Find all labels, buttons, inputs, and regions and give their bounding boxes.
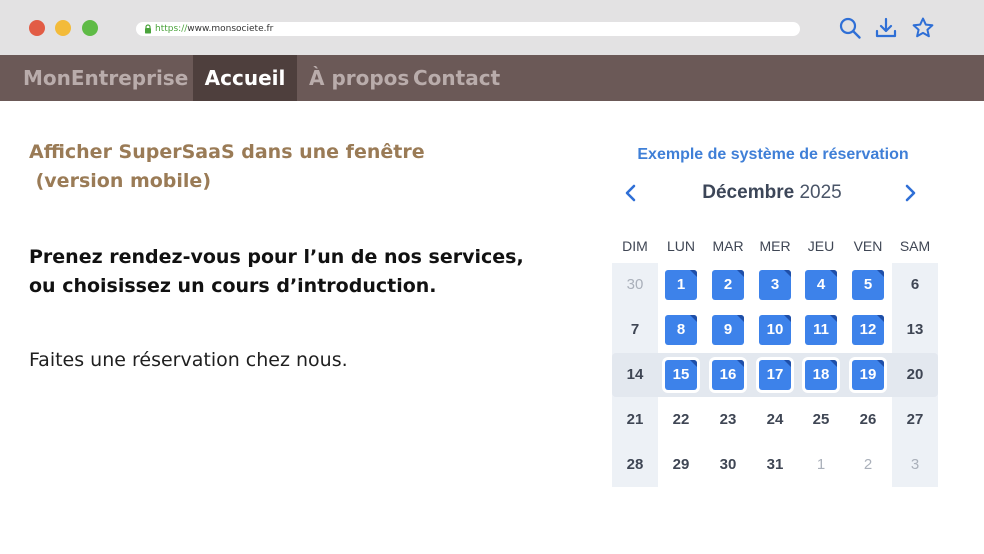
calendar-day: 25 bbox=[812, 411, 830, 428]
calendar-title: Exemple de système de réservation bbox=[637, 146, 909, 163]
weekday-label: MER bbox=[759, 238, 791, 254]
calendar-day: 21 bbox=[626, 411, 644, 428]
calendar-day: 31 bbox=[766, 456, 784, 473]
next-month-button[interactable] bbox=[898, 181, 922, 205]
calendar-day: 6 bbox=[910, 276, 920, 293]
chevron-left-icon bbox=[625, 184, 636, 202]
nav-item-accueil[interactable]: Accueil bbox=[193, 55, 297, 101]
available-day[interactable]: 1 bbox=[665, 270, 697, 300]
calendar-day: 13 bbox=[906, 321, 924, 338]
calendar-day: 14 bbox=[626, 366, 644, 383]
intro-paragraph: Faites une réservation chez nous. bbox=[29, 349, 348, 371]
calendar-day: 24 bbox=[766, 411, 784, 428]
available-day[interactable]: 15 bbox=[665, 360, 697, 390]
calendar-day: 30 bbox=[719, 456, 737, 473]
prev-month-button[interactable] bbox=[619, 181, 643, 205]
search-icon[interactable] bbox=[838, 16, 862, 40]
download-icon[interactable] bbox=[874, 16, 898, 40]
month-year: 2025 bbox=[799, 182, 842, 203]
url-protocol: https:// bbox=[155, 24, 188, 34]
url-text: https://www.monsociete.fr bbox=[155, 22, 273, 36]
available-day[interactable]: 8 bbox=[665, 315, 697, 345]
available-day[interactable]: 18 bbox=[805, 360, 837, 390]
calendar-day: 28 bbox=[626, 456, 644, 473]
other-month-day: 2 bbox=[863, 456, 873, 473]
page-title: Afficher SuperSaaS dans une fenêtre (ver… bbox=[29, 141, 425, 192]
weekday-label: DIM bbox=[622, 238, 648, 254]
chevron-right-icon bbox=[905, 184, 916, 202]
available-day[interactable]: 19 bbox=[852, 360, 884, 390]
available-day[interactable]: 16 bbox=[712, 360, 744, 390]
weekday-label: MAR bbox=[712, 238, 744, 254]
other-month-day: 3 bbox=[910, 456, 920, 473]
available-day[interactable]: 5 bbox=[852, 270, 884, 300]
nav-item-a-propos[interactable]: À propos bbox=[309, 55, 409, 101]
weekday-label: VEN bbox=[853, 238, 883, 254]
calendar-day: 23 bbox=[719, 411, 737, 428]
available-day[interactable]: 3 bbox=[759, 270, 791, 300]
lead-text: Prenez rendez-vous pour l’un de nos serv… bbox=[29, 246, 524, 297]
brand-link[interactable]: MonEntreprise bbox=[23, 55, 188, 101]
weekday-label: SAM bbox=[899, 238, 931, 254]
other-month-day: 1 bbox=[816, 456, 826, 473]
calendar-day: 7 bbox=[630, 321, 640, 338]
available-day[interactable]: 4 bbox=[805, 270, 837, 300]
weekday-label: LUN bbox=[666, 238, 695, 254]
window-close-button[interactable] bbox=[29, 20, 45, 36]
calendar-day: 22 bbox=[672, 411, 690, 428]
browser-toolbar: https://www.monsociete.fr bbox=[0, 0, 984, 55]
weekday-label: JEU bbox=[807, 238, 835, 254]
available-day[interactable]: 9 bbox=[712, 315, 744, 345]
available-day[interactable]: 12 bbox=[852, 315, 884, 345]
month-label: Décembre 2025 bbox=[650, 181, 894, 205]
available-day[interactable]: 11 bbox=[805, 315, 837, 345]
site-nav: MonEntreprise Accueil À propos Contact bbox=[0, 55, 984, 101]
available-day[interactable]: 2 bbox=[712, 270, 744, 300]
address-bar[interactable]: https://www.monsociete.fr bbox=[136, 22, 800, 36]
available-day[interactable]: 10 bbox=[759, 315, 791, 345]
calendar-day: 20 bbox=[906, 366, 924, 383]
calendar-day: 26 bbox=[859, 411, 877, 428]
calendar-day: 29 bbox=[672, 456, 690, 473]
window-minimize-button[interactable] bbox=[55, 20, 71, 36]
calendar-day: 27 bbox=[906, 411, 924, 428]
url-host: www.monsociete.fr bbox=[187, 24, 274, 34]
nav-item-contact[interactable]: Contact bbox=[413, 55, 500, 101]
window-maximize-button[interactable] bbox=[82, 20, 98, 36]
month-name: Décembre bbox=[702, 182, 795, 203]
star-icon[interactable] bbox=[911, 16, 935, 40]
available-day[interactable]: 17 bbox=[759, 360, 791, 390]
lock-icon bbox=[145, 24, 151, 34]
other-month-day: 30 bbox=[626, 276, 644, 293]
